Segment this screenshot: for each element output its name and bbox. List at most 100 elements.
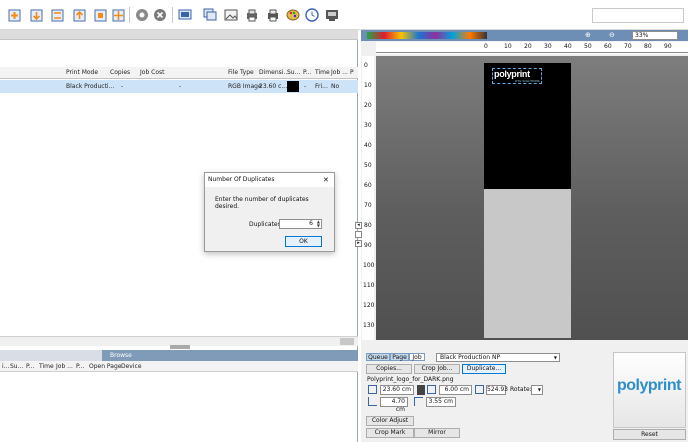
col-p2[interactable]: P (350, 67, 354, 78)
col-copies[interactable]: Copies (110, 67, 130, 78)
cell-job-cost: - (179, 83, 182, 90)
artwork-image[interactable]: polyprint DTG SOLUTIONS (492, 68, 542, 84)
height-field[interactable]: 6.00 cm (439, 385, 472, 395)
x-offset-field[interactable]: 4.70 cm (380, 397, 408, 413)
col-p[interactable]: P... (303, 67, 311, 78)
dialog-title: Number Of Duplicates (208, 176, 275, 183)
arrow-right-icon[interactable]: ▸ (355, 240, 362, 247)
arrow-left-icon[interactable]: ◂ (355, 222, 362, 229)
browse-col-p[interactable]: P... (26, 361, 34, 371)
duplicates-input[interactable]: 6 ▲ ▼ (279, 219, 322, 229)
width-field[interactable]: 23.60 cm (380, 385, 414, 395)
zoom-in-icon[interactable]: ⊕ (585, 31, 591, 39)
height-icon (427, 385, 436, 394)
browse-col-device[interactable]: Device (121, 361, 142, 371)
print-icon[interactable] (29, 8, 43, 22)
duplicate-icon[interactable] (93, 8, 107, 22)
ruler-label: 0 (364, 62, 368, 69)
browse-col-p2[interactable]: P... (76, 361, 84, 371)
duplicates-value: 6 (309, 220, 313, 227)
image-icon[interactable] (224, 8, 238, 22)
lock-icon[interactable] (417, 385, 425, 395)
tab-page[interactable]: Page (390, 353, 409, 361)
browse-left-bar (0, 350, 102, 361)
close-icon[interactable]: ✕ (323, 173, 329, 187)
browse-col-time[interactable]: Time (39, 361, 54, 371)
export-icon[interactable] (325, 8, 339, 22)
color-swatch (287, 81, 299, 92)
dpi-field[interactable]: 524.93 (486, 385, 508, 395)
table-row[interactable]: Black Producti... - - RGB Image 23.60 c.… (0, 80, 358, 93)
chevron-down-icon: ▼ (537, 387, 541, 392)
scroll-thumb[interactable] (340, 338, 354, 345)
width-icon (368, 385, 377, 394)
zoom-select[interactable]: 33% (632, 31, 678, 40)
export-job-icon[interactable] (111, 8, 125, 22)
clock-icon[interactable] (305, 8, 319, 22)
duplicates-dialog: Number Of Duplicates ✕ Enter the number … (204, 172, 335, 252)
col-time[interactable]: Time (315, 67, 330, 78)
browse-col-job[interactable]: Job ... (56, 361, 73, 371)
pane-splitter-handle[interactable] (170, 345, 190, 349)
queue-top-bar (0, 30, 358, 40)
rotate-select[interactable]: ▼ (531, 385, 543, 395)
crop-mark-tab[interactable]: Crop Mark (366, 428, 414, 438)
mirror-tab[interactable]: Mirror (414, 428, 460, 438)
col-dimensions[interactable]: Dimensi... (259, 67, 289, 78)
ruler-ticks (376, 52, 688, 54)
cancel-icon[interactable] (153, 8, 167, 22)
palette-icon[interactable] (286, 8, 300, 22)
browse-col-su[interactable]: Su... (10, 361, 23, 371)
ruler-label: 50 (584, 43, 592, 50)
ruler-label: 10 (504, 43, 512, 50)
col-job-cost[interactable]: Job Cost (140, 67, 165, 78)
ruler-label: 100 (363, 262, 375, 269)
ruler-label: 20 (524, 43, 532, 50)
col-file-type[interactable]: File Type (228, 67, 254, 78)
print-canvas: polyprint DTG SOLUTIONS (376, 56, 688, 340)
col-su[interactable]: Su... (287, 67, 300, 78)
pane-collapse-handle[interactable]: ◂ ▸ (355, 222, 363, 248)
printer2-icon[interactable] (266, 8, 280, 22)
ruler-label: 50 (364, 162, 372, 169)
ruler-label: 120 (363, 302, 375, 309)
sheet-icon[interactable] (72, 8, 86, 22)
duplicates-label: Duplicates: (249, 221, 283, 228)
ruler-label: 80 (644, 43, 652, 50)
copies-button[interactable]: Copies... (366, 364, 412, 374)
crop-job-button[interactable]: Crop Job... (414, 364, 460, 374)
layers-icon[interactable] (203, 8, 217, 22)
browse-col-i[interactable]: i... (2, 361, 9, 371)
col-print-mode[interactable]: Print Mode (66, 67, 98, 78)
ok-button[interactable]: OK (285, 236, 322, 247)
reset-button[interactable]: Reset (613, 429, 686, 440)
settings-icon[interactable] (135, 8, 149, 22)
queue-add-icon[interactable] (7, 8, 21, 22)
toolbar-search-input[interactable] (592, 8, 684, 23)
thumbnail-logo: polyprint (617, 377, 681, 394)
ruler-label: 110 (363, 282, 375, 289)
ruler-label: 60 (604, 43, 612, 50)
col-job[interactable]: Job ... (331, 67, 348, 78)
tab-job[interactable]: Job (409, 353, 425, 361)
cell-print-mode: Black Producti... (66, 83, 115, 90)
cell-file-type: RGB Image (228, 83, 262, 90)
split-icon[interactable] (50, 8, 64, 22)
print-mode-select[interactable]: Black Production NP ▼ (436, 353, 560, 362)
collapse-icon[interactable] (355, 231, 362, 238)
zoom-out-icon[interactable]: ⊖ (609, 31, 615, 39)
tab-queue[interactable]: Queue (366, 353, 390, 361)
table-header: Print Mode Copies Job Cost File Type Dim… (0, 67, 358, 79)
spin-down-icon[interactable]: ▼ (317, 224, 320, 228)
screen-icon[interactable] (178, 8, 192, 22)
duplicate-button[interactable]: Duplicate... (462, 364, 506, 374)
y-offset-field[interactable]: 3.55 cm (426, 397, 456, 407)
y-offset-icon (414, 397, 423, 406)
ruler-label: 90 (664, 43, 672, 50)
cell-p: - (304, 83, 307, 90)
color-adjust-tab[interactable]: Color Adjust (366, 416, 414, 426)
ruler-label: 70 (624, 43, 632, 50)
browse-col-open-page[interactable]: Open Page (89, 361, 121, 371)
browse-header[interactable]: Browse (102, 350, 358, 361)
printer-icon[interactable] (245, 8, 259, 22)
